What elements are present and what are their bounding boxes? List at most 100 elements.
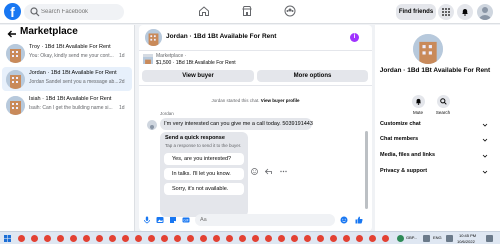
chrome-icon[interactable] <box>330 235 337 242</box>
incoming-message-bubble[interactable]: I'm very interested can you give me a ca… <box>160 118 313 130</box>
chevron-down-icon <box>482 154 488 158</box>
listing-thumbnail <box>6 70 25 89</box>
sticker-icon[interactable] <box>169 216 177 224</box>
chrome-icon[interactable] <box>226 235 233 242</box>
chat-title[interactable]: Jordan · 1Bd 1Bt Available For Rent <box>166 33 276 40</box>
chrome-icon[interactable] <box>200 235 207 242</box>
find-friends-button[interactable]: Find friends <box>396 4 436 20</box>
notifications-button[interactable] <box>457 4 473 20</box>
more-options-button[interactable]: More options <box>257 70 368 82</box>
building-icon <box>145 29 162 46</box>
building-icon <box>413 34 443 64</box>
message-input[interactable] <box>195 214 335 226</box>
facebook-search-box[interactable] <box>24 4 124 20</box>
privacy-support-item[interactable]: Privacy & support <box>380 168 490 174</box>
chrome-icon[interactable] <box>304 235 311 242</box>
more-dots-icon[interactable] <box>280 162 287 173</box>
menu-button[interactable] <box>438 4 454 20</box>
listing-source: Marketplace · <box>156 53 187 59</box>
chrome-icon[interactable] <box>382 235 389 242</box>
chrome-icon[interactable] <box>317 235 324 242</box>
stock-widget-icon[interactable] <box>397 235 404 242</box>
groups-icon[interactable] <box>284 5 296 17</box>
react-emoji-icon[interactable] <box>251 162 258 175</box>
notification-center-icon[interactable] <box>486 235 493 242</box>
conversation-item[interactable]: Isiah · 1Bd 1Bt Available For Rent Isaih… <box>2 93 132 117</box>
view-buyer-button[interactable]: View buyer <box>142 70 254 82</box>
chrome-icon[interactable] <box>239 235 246 242</box>
conversation-info-icon[interactable]: i <box>350 33 359 42</box>
stock-widget-text[interactable]: GBP... <box>406 235 417 240</box>
conversation-item-active[interactable]: Jordan · 1Bd 1Bt Available For Rent Jord… <box>2 67 132 91</box>
conversation-age: 2d <box>119 79 125 85</box>
chrome-icon[interactable] <box>278 235 285 242</box>
building-icon <box>6 44 25 63</box>
chrome-icon[interactable] <box>135 235 142 242</box>
menu-label: Media, files and links <box>380 152 436 158</box>
conversation-age: 1d <box>119 53 125 59</box>
chat-members-item[interactable]: Chat members <box>380 136 490 142</box>
gif-icon[interactable]: GIF <box>182 216 190 224</box>
quick-response-option[interactable]: Sorry, it's not available. <box>164 183 244 195</box>
chevron-down-icon <box>482 170 488 174</box>
chrome-icon[interactable] <box>356 235 363 242</box>
chrome-icon[interactable] <box>70 235 77 242</box>
menu-grid-icon <box>442 8 450 16</box>
chat-started-note: Jordan started this chat. View buyer pro… <box>139 98 372 103</box>
facebook-logo[interactable]: f <box>4 3 21 20</box>
system-tray-icon[interactable] <box>423 235 430 242</box>
chrome-icon[interactable] <box>343 235 350 242</box>
chrome-icon[interactable] <box>31 235 38 242</box>
search-input[interactable] <box>41 4 121 20</box>
image-icon[interactable] <box>156 216 164 224</box>
chrome-icon[interactable] <box>83 235 90 242</box>
network-icon[interactable] <box>446 235 453 242</box>
top-navigation-bar: f Find friends <box>0 0 500 24</box>
microphone-icon[interactable] <box>143 216 151 224</box>
language-indicator[interactable]: ENG <box>433 235 442 240</box>
chat-scrollbar[interactable] <box>365 131 368 209</box>
profile-avatar[interactable] <box>477 4 493 20</box>
conversation-snippet: Isaih: Can I get the building name si... <box>29 105 113 111</box>
chat-panel: Jordan · 1Bd 1Bt Available For Rent i Ma… <box>139 25 372 231</box>
clock-date[interactable]: 10/6/2022 <box>457 239 475 244</box>
chrome-icon[interactable] <box>252 235 259 242</box>
search-action[interactable]: Search <box>428 95 458 115</box>
thumbs-up-icon[interactable] <box>355 216 363 224</box>
message-actions <box>251 162 290 175</box>
reply-arrow-icon[interactable] <box>265 162 273 175</box>
chrome-icon[interactable] <box>291 235 298 242</box>
quick-response-option[interactable]: Yes, are you interested? <box>164 153 244 165</box>
marketplace-inbox-sidebar: Marketplace Troy · 1Bd 1Bt Available For… <box>0 25 135 231</box>
chrome-icon[interactable] <box>44 235 51 242</box>
chrome-icon[interactable] <box>161 235 168 242</box>
emoji-icon[interactable] <box>340 216 348 224</box>
media-files-links-item[interactable]: Media, files and links <box>380 152 490 158</box>
clock-time[interactable]: 10:45 PM <box>459 233 476 238</box>
back-arrow-icon[interactable] <box>7 29 17 39</box>
conversation-item[interactable]: Troy · 1Bd 1Bt Available For Rent You: O… <box>2 41 132 65</box>
marketplace-icon[interactable] <box>241 5 253 17</box>
chrome-icon[interactable] <box>369 235 376 242</box>
chrome-icon[interactable] <box>57 235 64 242</box>
chrome-icon[interactable] <box>122 235 129 242</box>
home-icon[interactable] <box>198 5 210 17</box>
chrome-icon[interactable] <box>96 235 103 242</box>
chrome-icon[interactable] <box>265 235 272 242</box>
chrome-icon[interactable] <box>109 235 116 242</box>
conversation-age: 1d <box>119 105 125 111</box>
view-buyer-profile-link[interactable]: View buyer profile <box>261 98 300 103</box>
chrome-icon[interactable] <box>18 235 25 242</box>
customize-chat-item[interactable]: Customize chat <box>380 121 490 127</box>
menu-label: Customize chat <box>380 121 421 127</box>
quick-response-option[interactable]: In talks. I'll let you know. <box>164 168 244 180</box>
conversation-title: Isiah · 1Bd 1Bt Available For Rent <box>29 96 112 102</box>
listing-photo[interactable] <box>413 34 443 64</box>
listing-thumbnail[interactable] <box>143 54 153 64</box>
chrome-icon[interactable] <box>213 235 220 242</box>
sender-avatar[interactable] <box>147 120 157 130</box>
chrome-icon[interactable] <box>187 235 194 242</box>
windows-start-icon[interactable] <box>4 235 11 242</box>
chrome-icon[interactable] <box>148 235 155 242</box>
chrome-icon[interactable] <box>174 235 181 242</box>
